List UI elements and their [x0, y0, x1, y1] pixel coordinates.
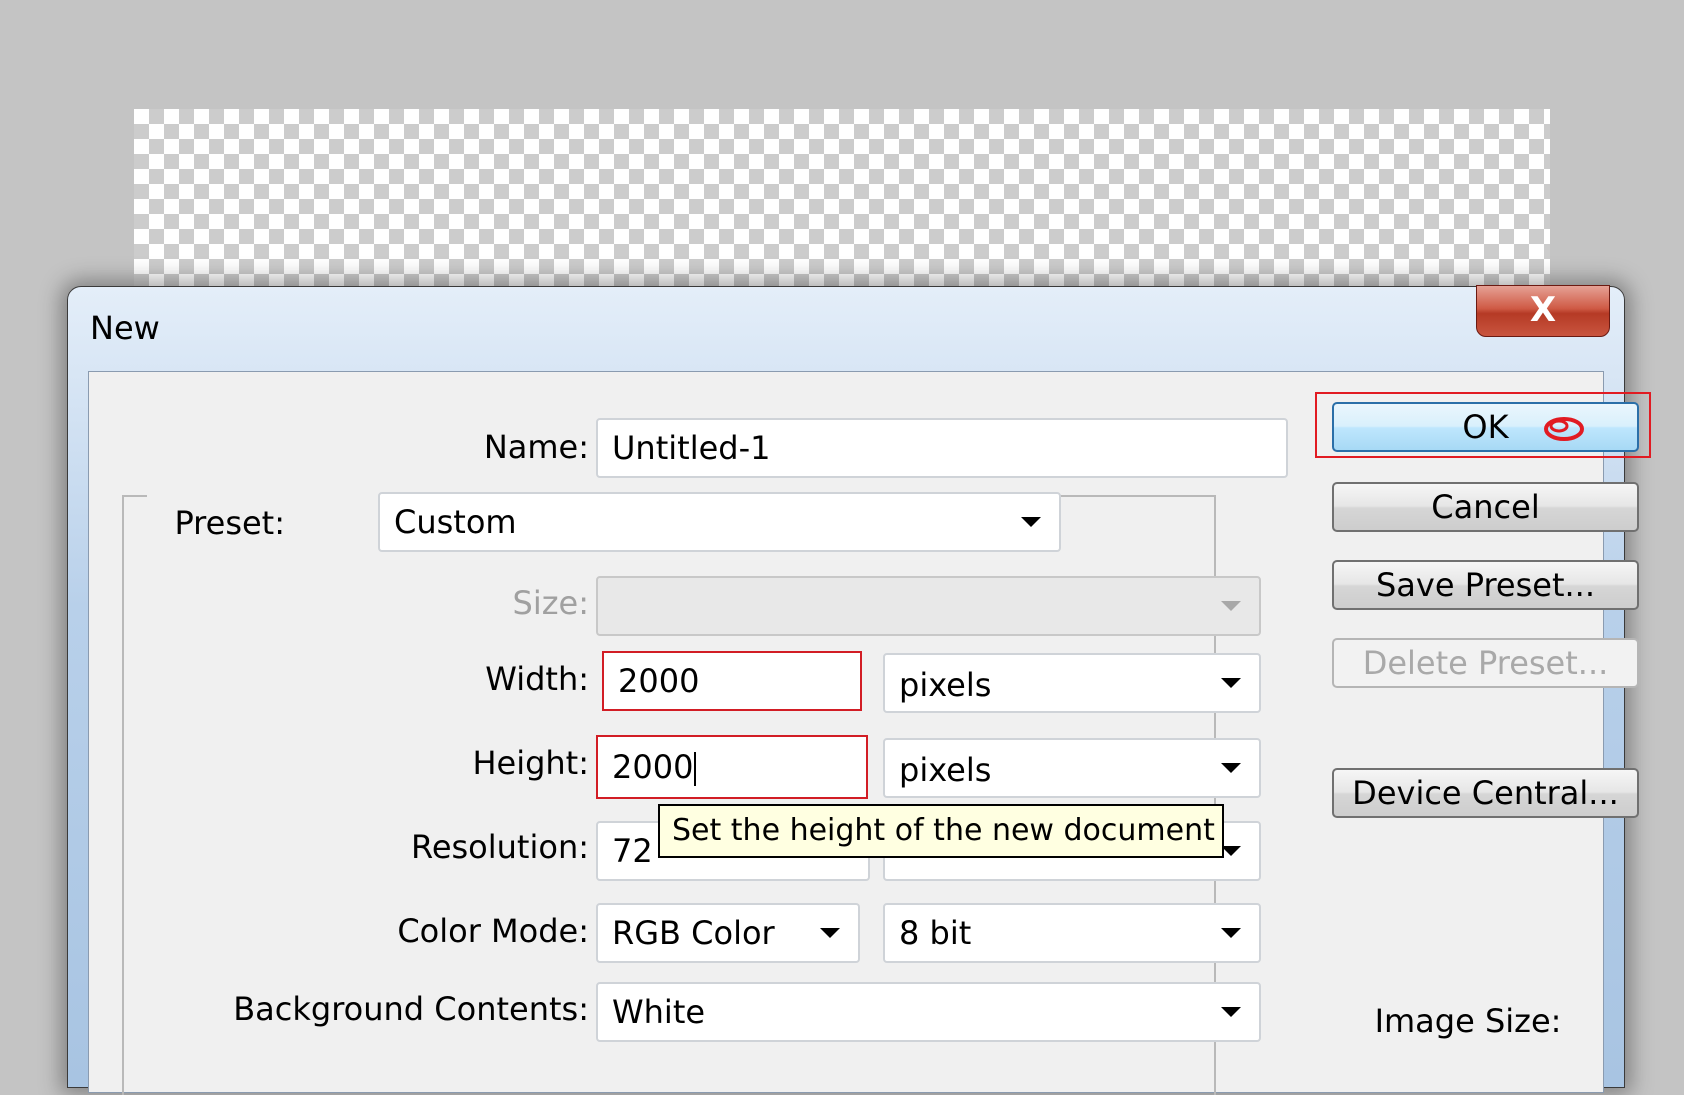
chevron-down-icon: [1221, 601, 1241, 611]
resolution-value: 72: [612, 832, 653, 870]
bit-depth-value: 8 bit: [899, 914, 972, 952]
color-mode-label: Color Mode:: [397, 912, 589, 950]
background-contents-label: Background Contents:: [233, 990, 589, 1028]
bit-depth-dropdown[interactable]: 8 bit: [883, 903, 1261, 963]
cancel-button[interactable]: Cancel: [1332, 482, 1639, 532]
preset-group-top-right: [1046, 495, 1216, 497]
size-label: Size:: [512, 584, 589, 622]
width-value: 2000: [618, 662, 700, 700]
chevron-down-icon: [1221, 846, 1241, 856]
chevron-down-icon: [1221, 1007, 1241, 1017]
close-button[interactable]: X: [1476, 285, 1610, 337]
name-input[interactable]: Untitled-1: [596, 418, 1288, 478]
text-caret: [694, 752, 697, 786]
name-label: Name:: [483, 428, 589, 466]
width-input[interactable]: 2000: [602, 651, 862, 711]
color-mode-value: RGB Color: [612, 914, 775, 952]
ok-button[interactable]: OK: [1332, 402, 1639, 452]
background-contents-value: White: [612, 993, 706, 1031]
preset-group-top-left: [122, 495, 147, 497]
width-unit-dropdown[interactable]: pixels: [883, 653, 1261, 713]
width-unit-value: pixels: [899, 666, 992, 704]
dialog-client-area: Name: Untitled-1 Preset: Custom Size: Wi…: [88, 371, 1651, 1095]
close-icon: X: [1529, 290, 1557, 330]
chevron-down-icon: [1221, 678, 1241, 688]
color-mode-dropdown[interactable]: RGB Color: [596, 903, 860, 963]
new-document-dialog: New X Name: Untitled-1 Preset: Custom Si…: [67, 285, 1651, 1095]
resolution-label: Resolution:: [411, 828, 589, 866]
cursor-annotation-icon: [1544, 417, 1584, 441]
width-label: Width:: [485, 660, 589, 698]
dialog-title: New: [90, 309, 160, 347]
chevron-down-icon: [1221, 928, 1241, 938]
size-dropdown: [596, 576, 1261, 636]
preset-group-left: [122, 495, 124, 1095]
chevron-down-icon: [820, 928, 840, 938]
chevron-down-icon: [1221, 763, 1241, 773]
save-preset-button[interactable]: Save Preset...: [1332, 560, 1639, 610]
device-central-button[interactable]: Device Central...: [1332, 768, 1639, 818]
height-input[interactable]: 2000: [596, 735, 868, 799]
background-contents-dropdown[interactable]: White: [596, 982, 1261, 1042]
name-value: Untitled-1: [612, 429, 771, 467]
preset-label: Preset:: [174, 504, 285, 542]
height-label: Height:: [472, 744, 589, 782]
height-value: 2000: [612, 748, 694, 786]
height-unit-value: pixels: [899, 751, 992, 789]
chevron-down-icon: [1021, 517, 1041, 527]
delete-preset-button: Delete Preset...: [1332, 638, 1639, 688]
preset-value: Custom: [394, 503, 517, 541]
height-unit-dropdown[interactable]: pixels: [883, 738, 1261, 798]
preset-dropdown[interactable]: Custom: [378, 492, 1061, 552]
image-size-label: Image Size:: [1374, 1002, 1562, 1040]
transparent-canvas: [134, 109, 1550, 287]
titlebar: New X: [68, 285, 1624, 371]
height-tooltip: Set the height of the new document: [658, 804, 1224, 858]
